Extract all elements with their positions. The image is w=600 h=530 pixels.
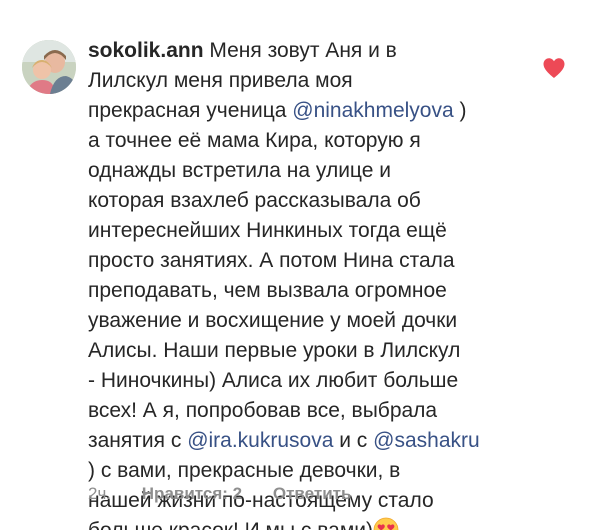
mention-sashakru[interactable]: @sashakru — [373, 429, 480, 452]
comment-text-line: Лилскул меня привела моя — [88, 69, 353, 92]
comment-text-line: а точнее её мама Кира, которую я — [88, 129, 421, 152]
comment-text-fragment: занятия с — [88, 429, 182, 452]
comment-text-line: Алисы. Наши первые уроки в Лилскул — [88, 339, 461, 362]
avatar-photo — [22, 40, 76, 94]
comment-timestamp: 2ч. — [88, 484, 112, 503]
reply-button[interactable]: Ответить — [273, 484, 352, 504]
comment-text-line: ) с вами, прекрасные девочки, в — [88, 459, 401, 482]
likes-count-button[interactable]: Нравится: 2 — [142, 484, 242, 504]
comment-text-line: уважение и восхищение у моей дочки — [88, 309, 458, 332]
comment-meta: 2ч. Нравится: 2 Ответить — [88, 484, 351, 504]
mention-ira-kukrusova[interactable]: @ira.kukrusova — [187, 429, 333, 452]
comment-text-line: Меня зовут Аня и в — [209, 39, 397, 62]
comment-username[interactable]: sokolik.ann — [88, 39, 204, 62]
comment-text-line: прекрасная ученица — [88, 99, 287, 122]
comment-text-line: - Ниночкины) Алиса их любит больше — [88, 369, 459, 392]
comment-text: sokolik.ann Меня зовут Аня и в Лилскул м… — [88, 36, 526, 530]
comment-text-line: больше красок! И мы с вами) — [88, 519, 373, 530]
comment-text-line: преподавать, чем вызвала огромное — [88, 279, 447, 302]
avatar[interactable] — [22, 40, 76, 94]
comment-text-line: однажды встретила на улице и — [88, 159, 391, 182]
mention-ninakhmelyova[interactable]: @ninakhmelyova — [292, 99, 453, 122]
comment-text-line: всех! А я, попробовав все, выбрала — [88, 399, 438, 422]
comment-text-line: которая взахлеб рассказывала об — [88, 189, 421, 212]
comment-text-fragment: и с — [339, 429, 368, 452]
comment-text-line: интереснейших Нинкиных тогда ещё — [88, 219, 447, 242]
heart-eyes-emoji-icon — [373, 517, 399, 530]
comment: sokolik.ann Меня зовут Аня и в Лилскул м… — [0, 0, 600, 530]
comment-text-line: просто занятиях. А потом Нина стала — [88, 249, 455, 272]
comment-text-fragment: ) — [459, 99, 467, 122]
heart-filled-icon[interactable] — [542, 57, 566, 79]
